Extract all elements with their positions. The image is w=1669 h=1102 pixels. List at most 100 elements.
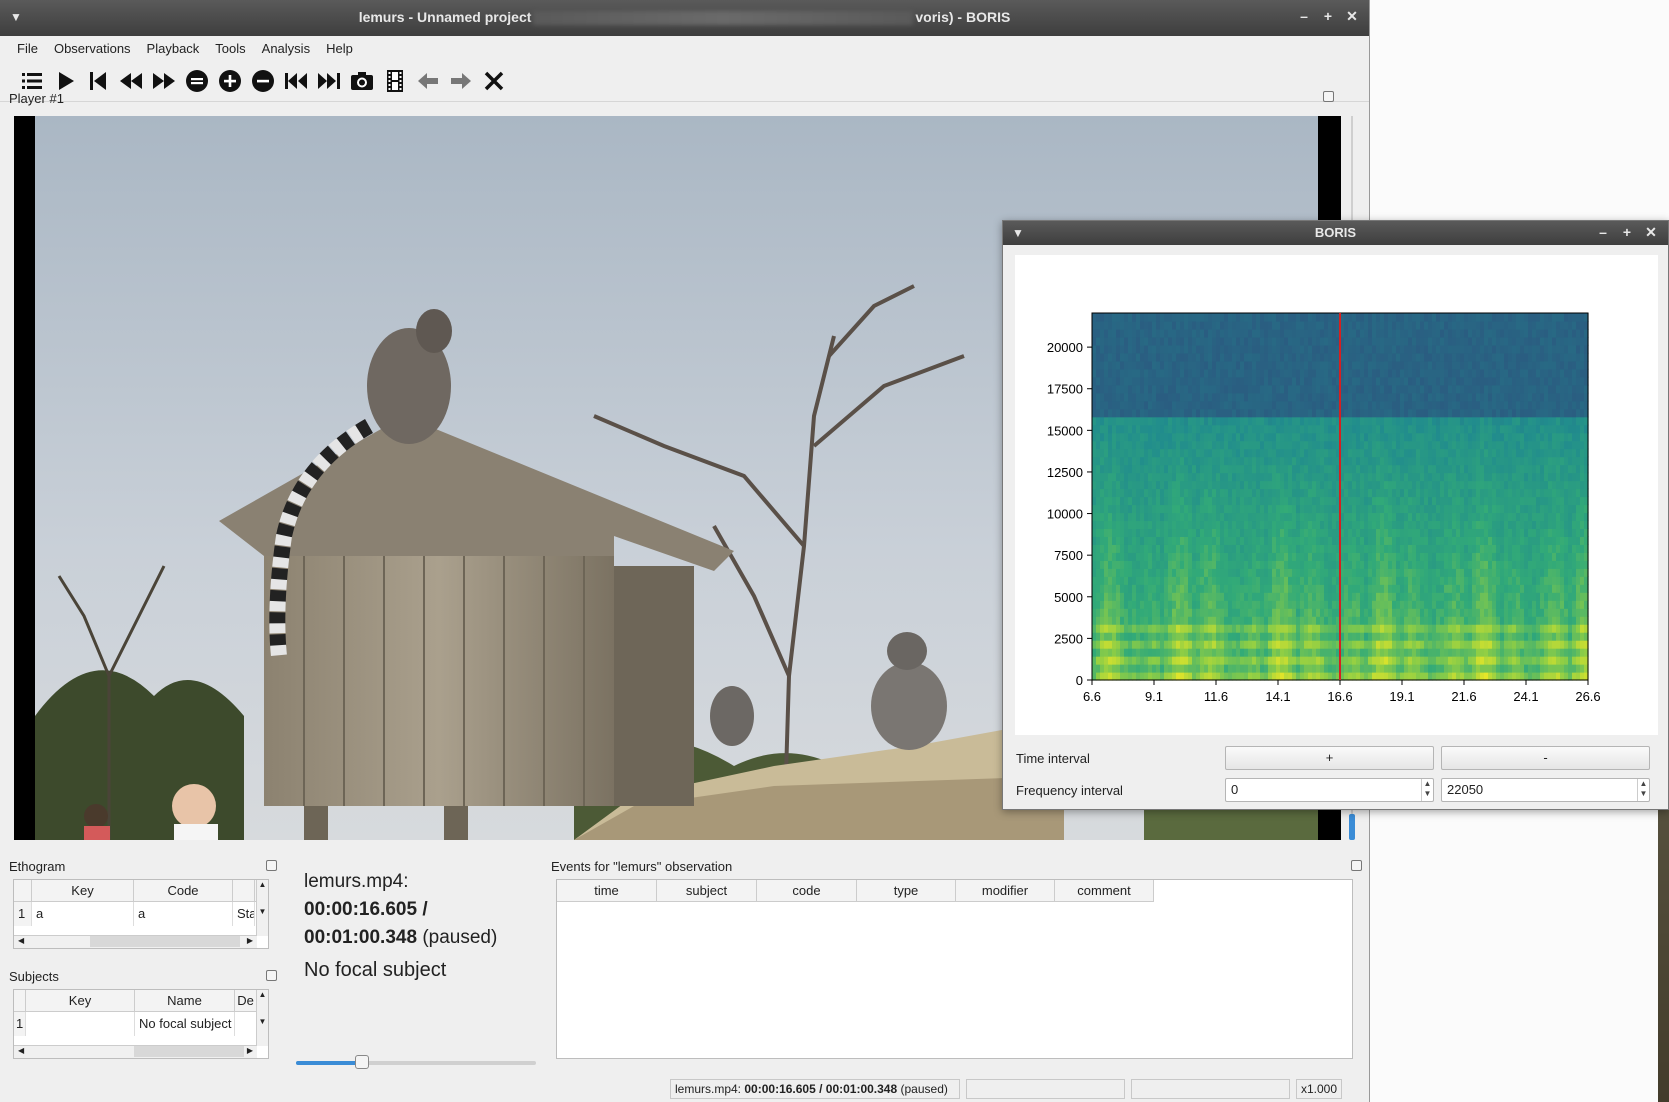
jump-start-icon[interactable] <box>86 69 110 93</box>
x-tick-label: 26.6 <box>1575 689 1600 704</box>
table-row[interactable]: 1 a a Stat <box>14 902 268 926</box>
y-tick-label: 12500 <box>1047 465 1083 480</box>
events-header-type[interactable]: type <box>857 880 956 901</box>
ethogram-hscroll[interactable]: ◀ ▶ <box>14 935 257 948</box>
x-tick-label: 16.6 <box>1327 689 1352 704</box>
time-interval-plus-button[interactable]: + <box>1225 746 1434 770</box>
x-tick-label: 11.6 <box>1204 689 1228 704</box>
list-icon[interactable] <box>20 69 44 93</box>
ethogram-code-cell[interactable]: a <box>134 902 233 926</box>
status-cell-empty-2 <box>1131 1079 1290 1099</box>
frequency-interval-label: Frequency interval <box>1016 783 1123 798</box>
menu-bar: File Observations Playback Tools Analysi… <box>0 36 1369 60</box>
events-header-subject[interactable]: subject <box>657 880 757 901</box>
next-media-icon[interactable] <box>317 69 341 93</box>
events-header-modifier[interactable]: modifier <box>956 880 1055 901</box>
row-number: 1 <box>14 1012 26 1036</box>
ethogram-vscroll[interactable]: ▲ ▼ <box>256 880 268 936</box>
events-header-time[interactable]: time <box>557 880 657 901</box>
maximize-icon[interactable]: + <box>1321 8 1335 25</box>
ethogram-key-cell[interactable]: a <box>32 902 134 926</box>
table-row[interactable]: 1 No focal subject <box>14 1012 268 1036</box>
main-titlebar[interactable]: ▼ lemurs - Unnamed project voris) - BORIS… <box>0 0 1369 36</box>
media-filename: lemurs.mp4: <box>304 871 409 892</box>
play-icon[interactable] <box>53 69 77 93</box>
menu-analysis[interactable]: Analysis <box>255 39 317 58</box>
ethogram-undock-icon[interactable] <box>266 860 277 871</box>
subjects-key-cell[interactable] <box>26 1012 135 1036</box>
subjects-vscroll[interactable]: ▲ ▼ <box>256 990 268 1046</box>
subjects-description-cell[interactable] <box>235 1012 257 1036</box>
status-media-info: lemurs.mp4: 00:00:16.605 / 00:01:00.348 … <box>670 1079 960 1099</box>
fast-forward-icon[interactable] <box>152 69 176 93</box>
ethogram-header-key[interactable]: Key <box>32 880 134 901</box>
menu-observations[interactable]: Observations <box>47 39 138 58</box>
time-interval-minus-button[interactable]: - <box>1441 746 1650 770</box>
slider-fill <box>296 1061 362 1065</box>
y-tick-label: 5000 <box>1054 590 1083 605</box>
status-speed: x1.000 <box>1296 1079 1342 1099</box>
ethogram-title: Ethogram <box>9 859 66 874</box>
slider-handle[interactable] <box>355 1055 369 1069</box>
rewind-icon[interactable] <box>119 69 143 93</box>
close-icon[interactable]: ✕ <box>1644 224 1658 241</box>
frequency-min-value: 0 <box>1231 782 1239 797</box>
status-state: (paused) <box>900 1082 948 1096</box>
frame-by-frame-icon[interactable] <box>383 69 407 93</box>
events-table: time subject code type modifier comment <box>556 879 1353 1059</box>
subjects-table: Key Name De 1 No focal subject ▲ ▼ ◀ ▶ <box>13 989 269 1059</box>
y-tick-label: 7500 <box>1054 548 1083 563</box>
ethogram-header-code[interactable]: Code <box>134 880 233 901</box>
row-number-header <box>14 880 32 901</box>
ethogram-table: Key Code 1 a a Stat ▲▼ ◀▶ <box>13 879 269 949</box>
events-header-comment[interactable]: comment <box>1055 880 1154 901</box>
toolbar <box>0 60 1369 102</box>
media-current-time: 00:00:16.605 / <box>304 899 428 920</box>
menu-file[interactable]: File <box>10 39 45 58</box>
y-tick-label: 10000 <box>1047 507 1083 522</box>
status-time: 00:00:16.605 / 00:01:00.348 <box>744 1082 898 1096</box>
close-icon[interactable]: ✕ <box>1345 8 1359 25</box>
scrollbar-thumb[interactable] <box>1349 814 1355 840</box>
menu-playback[interactable]: Playback <box>140 39 207 58</box>
ethogram-type-cell[interactable]: Stat <box>233 902 255 926</box>
media-info-panel: lemurs.mp4: 00:00:16.605 / 00:01:00.348 … <box>304 868 544 984</box>
menu-help[interactable]: Help <box>319 39 360 58</box>
spin-arrows-icon[interactable]: ▲ ▼ <box>1637 779 1649 801</box>
speed-reset-icon[interactable] <box>185 69 209 93</box>
spin-arrows-icon[interactable]: ▲ ▼ <box>1421 779 1433 801</box>
events-undock-icon[interactable] <box>1351 860 1362 871</box>
spectrogram-chart: 6.6 9.1 11.6 14.1 16.6 19.1 21.6 24.1 26.6 0 2500… <box>1047 312 1601 704</box>
status-bar: lemurs.mp4: 00:00:16.605 / 00:01:00.348 … <box>0 1077 1370 1102</box>
y-tick-label: 15000 <box>1047 423 1083 438</box>
video-position-slider[interactable] <box>296 1055 536 1069</box>
back-arrow-icon[interactable] <box>416 69 440 93</box>
minimize-icon[interactable]: – <box>1297 8 1311 25</box>
subjects-hscroll[interactable]: ◀ ▶ <box>14 1045 257 1058</box>
close-observation-icon[interactable] <box>482 69 506 93</box>
subjects-header-description[interactable]: De <box>235 990 257 1011</box>
subjects-name-cell[interactable]: No focal subject <box>135 1012 235 1036</box>
forward-arrow-icon[interactable] <box>449 69 473 93</box>
status-file: lemurs.mp4: <box>675 1082 742 1096</box>
previous-media-icon[interactable] <box>284 69 308 93</box>
y-tick-label: 0 <box>1076 673 1083 688</box>
subjects-undock-icon[interactable] <box>266 970 277 981</box>
events-title: Events for "lemurs" observation <box>551 859 733 874</box>
spectrogram-titlebar[interactable]: ▼ BORIS – + ✕ <box>1003 221 1668 245</box>
minimize-icon[interactable]: – <box>1596 224 1610 241</box>
ethogram-header-extra[interactable] <box>233 880 255 901</box>
time-interval-label: Time interval <box>1016 751 1090 766</box>
speed-down-icon[interactable] <box>251 69 275 93</box>
subjects-header-name[interactable]: Name <box>135 990 235 1011</box>
subjects-header-key[interactable]: Key <box>26 990 135 1011</box>
frequency-min-spinbox[interactable]: 0 ▲ ▼ <box>1225 778 1434 802</box>
x-tick-label: 19.1 <box>1389 689 1414 704</box>
events-header-code[interactable]: code <box>757 880 857 901</box>
snapshot-icon[interactable] <box>350 69 374 93</box>
menu-tools[interactable]: Tools <box>208 39 252 58</box>
player-undock-icon[interactable] <box>1323 91 1334 102</box>
frequency-max-spinbox[interactable]: 22050 ▲ ▼ <box>1441 778 1650 802</box>
maximize-icon[interactable]: + <box>1620 224 1634 241</box>
speed-up-icon[interactable] <box>218 69 242 93</box>
